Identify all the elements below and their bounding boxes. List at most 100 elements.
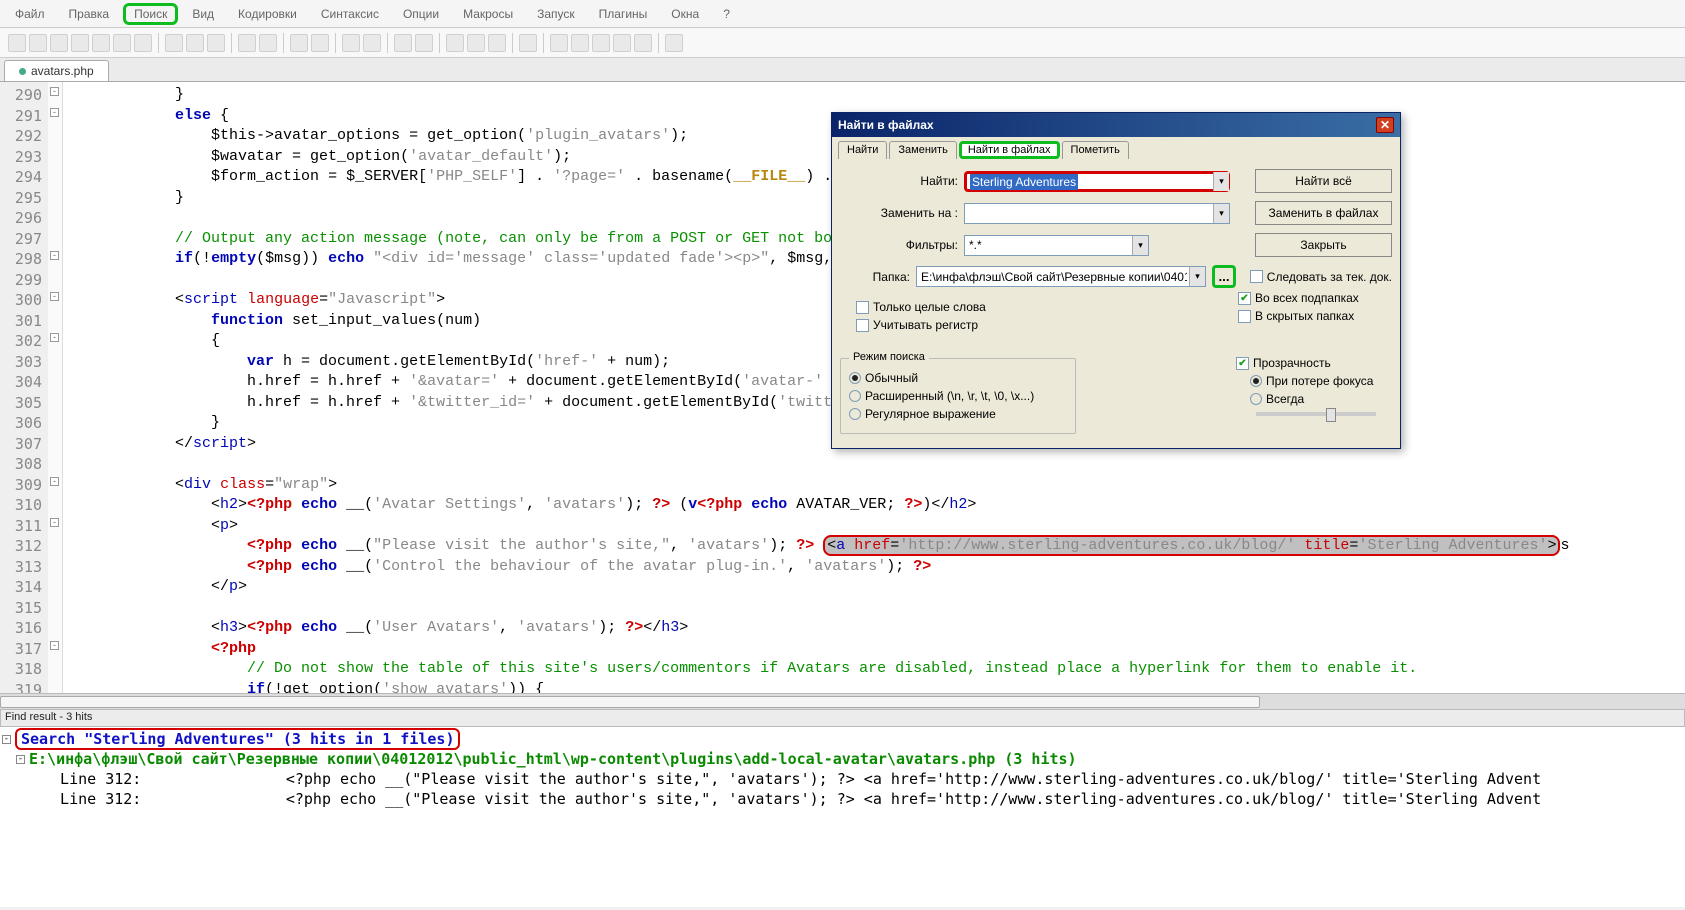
print-icon[interactable]: [134, 34, 152, 52]
new-file-icon[interactable]: [8, 34, 26, 52]
whole-word-label: Только целые слова: [873, 300, 986, 314]
result-match-line[interactable]: Line 312: <?php echo __("Please visit th…: [2, 789, 1683, 809]
hidden-folders-checkbox[interactable]: [1238, 310, 1251, 323]
paste-icon[interactable]: [207, 34, 225, 52]
fold-box-icon[interactable]: -: [50, 641, 59, 650]
result-match-line[interactable]: Line 312: <?php echo __("Please visit th…: [2, 769, 1683, 789]
find-input[interactable]: [964, 171, 1230, 192]
whole-word-checkbox[interactable]: [856, 301, 869, 314]
match-case-label: Учитывать регистр: [873, 318, 978, 332]
fold-box-icon[interactable]: -: [50, 292, 59, 301]
menu-syntax[interactable]: Синтаксис: [311, 3, 389, 25]
replace-icon[interactable]: [311, 34, 329, 52]
transparency-slider[interactable]: [1256, 412, 1376, 416]
trans-always-radio[interactable]: [1250, 393, 1262, 405]
chevron-down-icon[interactable]: ▾: [1189, 267, 1205, 286]
dialog-tab-replace[interactable]: Заменить: [889, 141, 956, 159]
fold-box-icon[interactable]: -: [50, 108, 59, 117]
folder-input[interactable]: [916, 266, 1206, 287]
fold-box-icon[interactable]: -: [50, 87, 59, 96]
menu-help[interactable]: ?: [713, 3, 740, 25]
match-case-checkbox[interactable]: [856, 319, 869, 332]
menu-file[interactable]: Файл: [5, 3, 55, 25]
close-icon[interactable]: [92, 34, 110, 52]
result-file-path: E:\инфа\флэш\Свой сайт\Резервные копии\0…: [29, 749, 1077, 769]
chevron-down-icon[interactable]: ▾: [1132, 236, 1148, 255]
wrap-icon[interactable]: [446, 34, 464, 52]
line-number-gutter: 2902912922932942952962972982993003013023…: [0, 82, 48, 693]
dialog-titlebar[interactable]: Найти в файлах ✕: [832, 113, 1400, 137]
file-status-icon: [19, 68, 26, 75]
zoom-out-icon[interactable]: [363, 34, 381, 52]
find-result-panel[interactable]: -Search "Sterling Adventures" (3 hits in…: [0, 727, 1685, 907]
tree-collapse-icon[interactable]: -: [16, 755, 25, 764]
menu-settings[interactable]: Опции: [393, 3, 449, 25]
fold-box-icon[interactable]: -: [50, 251, 59, 260]
chevron-down-icon[interactable]: ▾: [1213, 172, 1229, 191]
invisible-icon[interactable]: [467, 34, 485, 52]
dialog-tab-mark[interactable]: Пометить: [1062, 141, 1129, 159]
tree-collapse-icon[interactable]: -: [2, 735, 11, 744]
dialog-tab-find-in-files[interactable]: Найти в файлах: [959, 141, 1060, 159]
find-label: Найти:: [840, 174, 958, 188]
record-macro-icon[interactable]: [550, 34, 568, 52]
fold-box-icon[interactable]: -: [50, 333, 59, 342]
find-in-files-dialog: Найти в файлах ✕ Найти Заменить Найти в …: [831, 112, 1401, 449]
trans-lose-focus-radio[interactable]: [1250, 375, 1262, 387]
misc-icon[interactable]: [665, 34, 683, 52]
find-all-button[interactable]: Найти всё: [1255, 169, 1392, 193]
dialog-tab-find[interactable]: Найти: [838, 141, 887, 159]
sync-h-icon[interactable]: [415, 34, 433, 52]
play-multi-icon[interactable]: [613, 34, 631, 52]
menu-view[interactable]: Вид: [182, 3, 224, 25]
menu-encoding[interactable]: Кодировки: [228, 3, 307, 25]
replace-input[interactable]: [964, 203, 1230, 224]
sync-v-icon[interactable]: [394, 34, 412, 52]
file-tab-avatars[interactable]: avatars.php: [4, 60, 109, 81]
open-file-icon[interactable]: [29, 34, 47, 52]
cut-icon[interactable]: [165, 34, 183, 52]
follow-doc-checkbox[interactable]: [1250, 270, 1263, 283]
replace-in-files-button[interactable]: Заменить в файлах: [1255, 201, 1392, 225]
mode-extended-radio[interactable]: [849, 390, 861, 402]
folder-icon[interactable]: [519, 34, 537, 52]
browse-folder-button[interactable]: ...: [1212, 265, 1236, 288]
find-icon[interactable]: [290, 34, 308, 52]
menu-run[interactable]: Запуск: [527, 3, 585, 25]
folder-label: Папка:: [840, 270, 910, 284]
trans-always-label: Всегда: [1266, 392, 1304, 406]
trans-lose-focus-label: При потере фокуса: [1266, 374, 1373, 388]
copy-icon[interactable]: [186, 34, 204, 52]
undo-icon[interactable]: [238, 34, 256, 52]
play-macro-icon[interactable]: [592, 34, 610, 52]
mode-normal-radio[interactable]: [849, 372, 861, 384]
fold-box-icon[interactable]: -: [50, 477, 59, 486]
menu-windows[interactable]: Окна: [661, 3, 709, 25]
subfolders-label: Во всех подпапках: [1255, 291, 1359, 305]
transparency-checkbox[interactable]: ✔: [1236, 357, 1249, 370]
redo-icon[interactable]: [259, 34, 277, 52]
follow-doc-label: Следовать за тек. док.: [1267, 270, 1392, 284]
subfolders-checkbox[interactable]: ✔: [1238, 292, 1251, 305]
menu-edit[interactable]: Правка: [59, 3, 120, 25]
fold-box-icon[interactable]: -: [50, 518, 59, 527]
stop-macro-icon[interactable]: [571, 34, 589, 52]
search-mode-group: Режим поиска Обычный Расширенный (\n, \r…: [840, 358, 1076, 434]
menu-macros[interactable]: Макросы: [453, 3, 523, 25]
transparency-label: Прозрачность: [1253, 356, 1331, 370]
close-icon[interactable]: ✕: [1376, 117, 1394, 133]
filters-input-wrap: ▾: [964, 235, 1149, 256]
chevron-down-icon[interactable]: ▾: [1213, 204, 1229, 223]
horizontal-scrollbar[interactable]: [0, 693, 1685, 709]
zoom-in-icon[interactable]: [342, 34, 360, 52]
filters-input[interactable]: [964, 235, 1149, 256]
close-button[interactable]: Закрыть: [1255, 233, 1392, 257]
save-macro-icon[interactable]: [634, 34, 652, 52]
menu-search[interactable]: Поиск: [123, 3, 178, 25]
save-icon[interactable]: [50, 34, 68, 52]
close-all-icon[interactable]: [113, 34, 131, 52]
menu-plugins[interactable]: Плагины: [589, 3, 658, 25]
save-all-icon[interactable]: [71, 34, 89, 52]
indent-icon[interactable]: [488, 34, 506, 52]
mode-regex-radio[interactable]: [849, 408, 861, 420]
